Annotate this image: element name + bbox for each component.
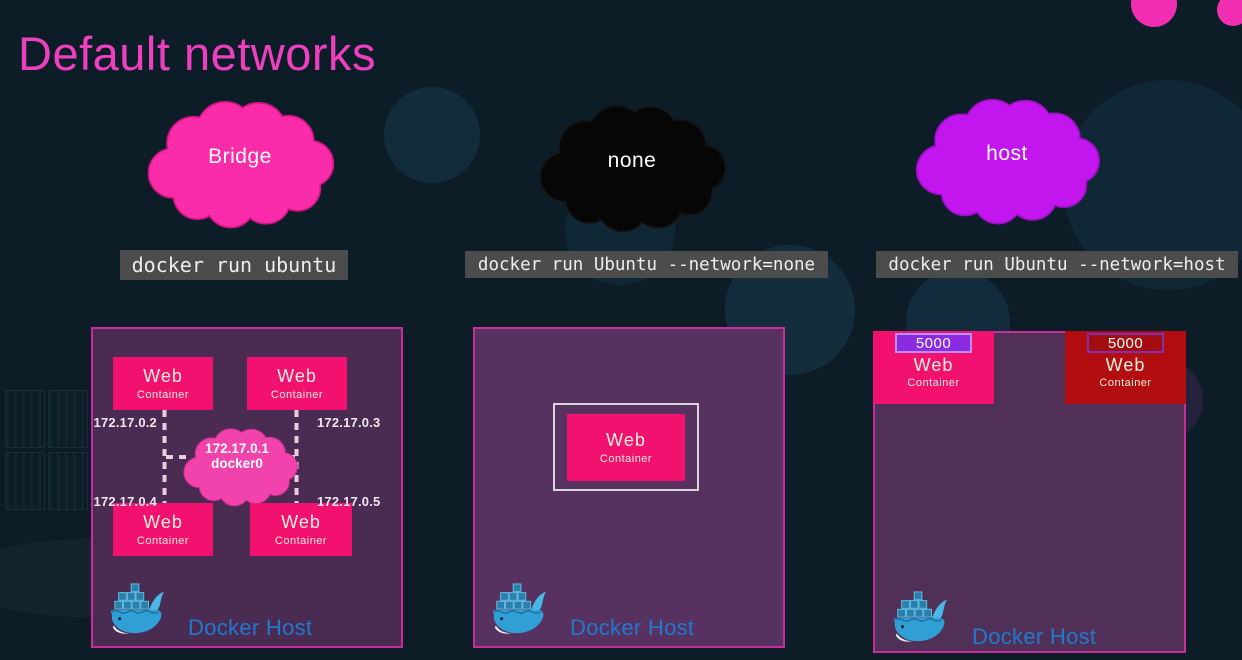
network-cloud-label: Bridge — [128, 86, 352, 236]
web-container: Web Container — [247, 357, 347, 410]
command-bridge: docker run ubuntu — [120, 250, 348, 280]
web-container-title: Web — [281, 512, 321, 532]
decor-container-crate — [5, 452, 45, 510]
web-container-subtitle: Container — [271, 389, 323, 401]
web-container-subtitle: Container — [1099, 377, 1151, 389]
network-cloud-none: none — [521, 90, 743, 240]
docker-whale-icon — [487, 582, 549, 638]
web-container: 5000 Web Container — [873, 331, 994, 404]
docker-whale-icon — [888, 590, 950, 646]
web-container: 5000 Web Container — [1065, 331, 1186, 404]
decor-container-crate — [48, 452, 88, 510]
command-host: docker run Ubuntu --network=host — [876, 251, 1238, 278]
decor-pink-dot — [1217, 0, 1242, 26]
web-container-subtitle: Container — [137, 389, 189, 401]
web-container: Web Container — [113, 357, 213, 410]
docker-host-bridge: Web Container Web Container Web Containe… — [91, 327, 403, 648]
docker-host-label: Docker Host — [972, 624, 1096, 650]
port-badge: 5000 — [1087, 333, 1164, 353]
gateway-ip: 172.17.0.1 — [205, 441, 269, 456]
docker-whale-icon — [105, 582, 167, 638]
web-container-title: Web — [143, 366, 183, 386]
page-title: Default networks — [18, 26, 376, 81]
web-container-title: Web — [914, 355, 954, 375]
container-ip: 172.17.0.4 — [93, 494, 157, 509]
docker0-gateway-cloud: 172.17.0.1 docker0 — [170, 419, 310, 511]
web-container-subtitle: Container — [275, 535, 327, 547]
container-ip: 172.17.0.3 — [317, 415, 389, 430]
decor-circle — [384, 87, 480, 183]
decor-pink-dot — [1131, 0, 1177, 27]
container-ip: 172.17.0.5 — [317, 494, 389, 509]
docker-host-none: Web Container Docker Host — [473, 327, 785, 648]
network-cloud-bridge: Bridge — [128, 86, 352, 236]
decor-container-crate — [48, 390, 88, 448]
default-networks-slide: Default networks Bridge none host docker… — [0, 0, 1242, 660]
web-container: Web Container — [567, 414, 685, 481]
network-cloud-host: host — [896, 84, 1118, 232]
port-badge: 5000 — [895, 333, 972, 353]
web-container-title: Web — [606, 430, 646, 450]
web-container-subtitle: Container — [137, 535, 189, 547]
gateway-interface: docker0 — [211, 456, 263, 471]
web-container-title: Web — [143, 512, 183, 532]
network-cloud-label: none — [521, 90, 743, 240]
docker-host-hostnet: 5000 Web Container 5000 Web Container Do… — [873, 331, 1186, 653]
docker-host-label: Docker Host — [188, 615, 312, 641]
web-container-title: Web — [1106, 355, 1146, 375]
container-ip: 172.17.0.2 — [93, 415, 157, 430]
network-cloud-label: host — [896, 84, 1118, 232]
web-container-subtitle: Container — [600, 453, 652, 465]
command-none: docker run Ubuntu --network=none — [465, 251, 828, 278]
gateway-label: 172.17.0.1 docker0 — [170, 419, 310, 511]
decor-container-crate — [5, 390, 45, 448]
web-container-subtitle: Container — [907, 377, 959, 389]
web-container-title: Web — [277, 366, 317, 386]
docker-host-label: Docker Host — [570, 615, 694, 641]
isolation-frame: Web Container — [553, 403, 699, 491]
